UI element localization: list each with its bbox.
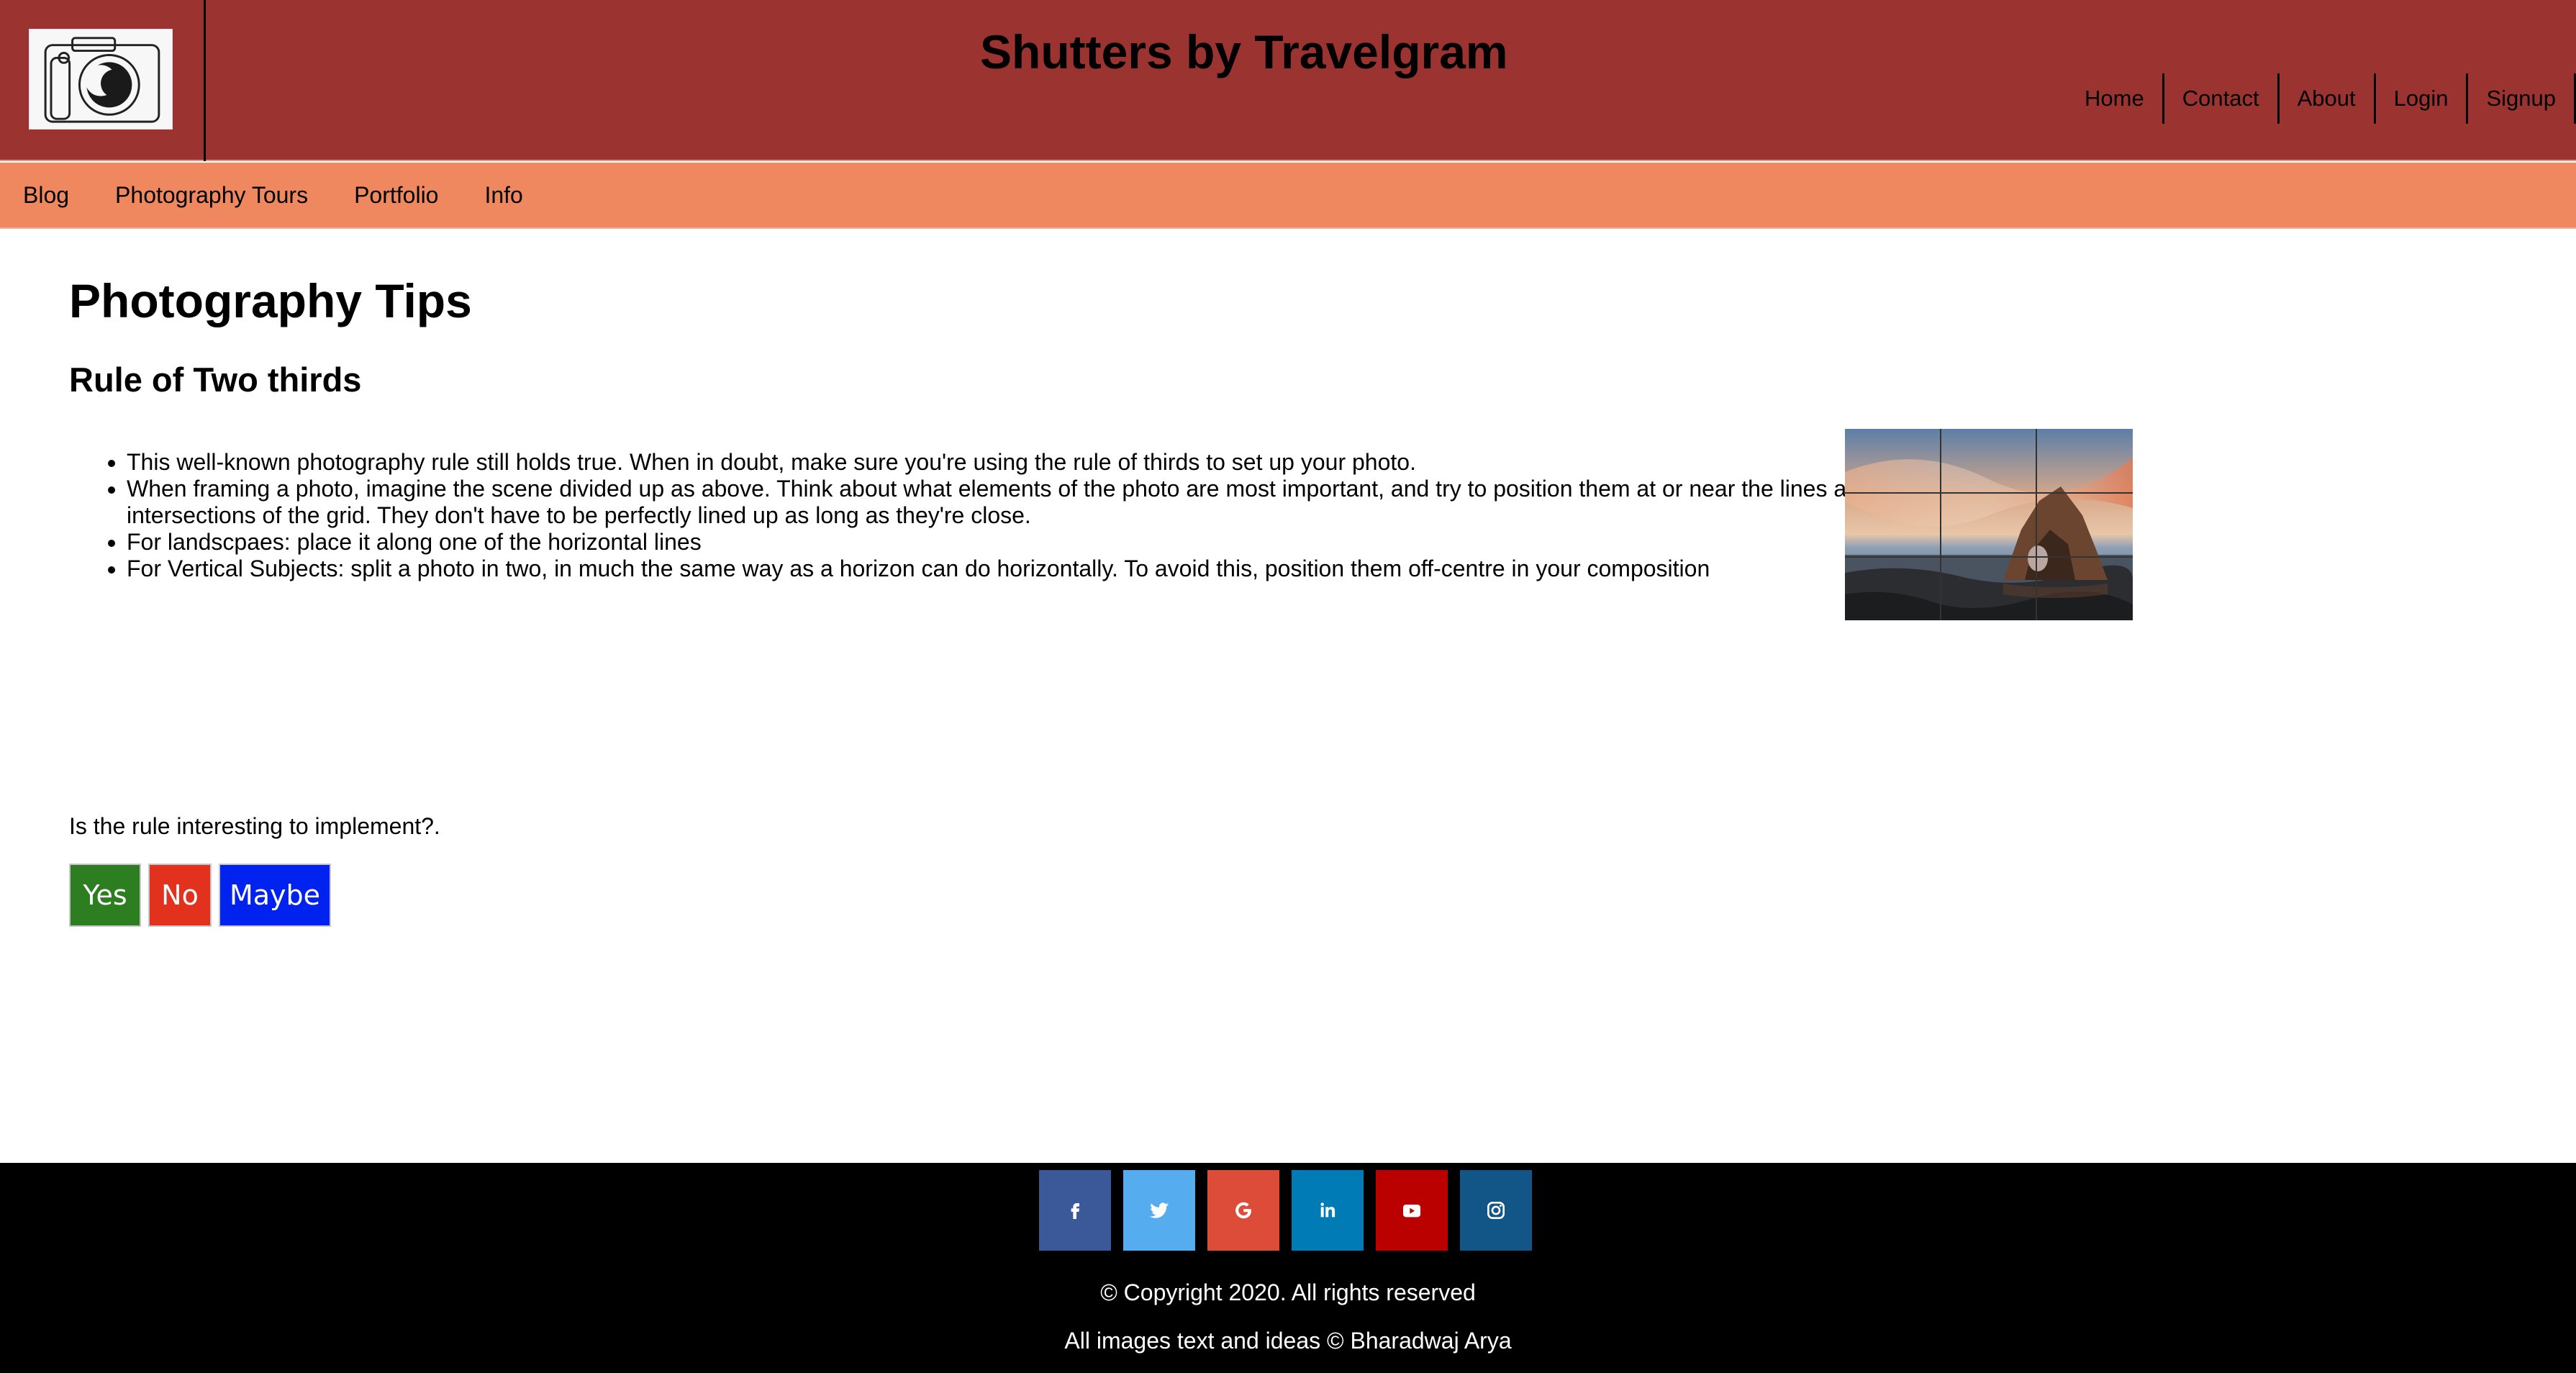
nav-home-link[interactable]: Home	[2085, 73, 2164, 124]
camera-icon[interactable]	[29, 29, 173, 130]
poll-buttons: Yes No Maybe	[69, 864, 338, 927]
google-icon[interactable]	[1207, 1170, 1279, 1251]
tips-list: This well-known photography rule still h…	[127, 449, 1875, 582]
twitter-icon[interactable]	[1123, 1170, 1195, 1251]
social-links	[1039, 1170, 1544, 1251]
yes-button[interactable]: Yes	[69, 864, 141, 927]
subnav-info-link[interactable]: Info	[461, 182, 545, 209]
subnav-photography-tours-link[interactable]: Photography Tours	[92, 182, 331, 209]
tip-item: For landscpaes: place it along one of th…	[127, 529, 1875, 556]
top-nav: Home Contact About Login Signup	[2085, 73, 2576, 124]
copyright-text: © Copyright 2020. All rights reserved	[1100, 1279, 1476, 1305]
tip-item: When framing a photo, imagine the scene …	[127, 476, 1875, 529]
youtube-icon[interactable]	[1376, 1170, 1448, 1251]
poll-question: Is the rule interesting to implement?.	[69, 813, 440, 839]
tip-item: This well-known photography rule still h…	[127, 449, 1875, 476]
credits-text: All images text and ideas © Bharadwaj Ar…	[1064, 1328, 1512, 1354]
maybe-button[interactable]: Maybe	[219, 864, 331, 927]
nav-contact-link[interactable]: Contact	[2164, 73, 2280, 124]
section-title: Rule of Two thirds	[69, 361, 362, 399]
nav-about-link[interactable]: About	[2280, 73, 2376, 124]
subnav-portfolio-link[interactable]: Portfolio	[331, 182, 461, 209]
rule-of-thirds-image	[1845, 429, 2133, 620]
no-button[interactable]: No	[148, 864, 212, 927]
facebook-icon[interactable]	[1039, 1170, 1111, 1251]
tip-item: For Vertical Subjects: split a photo in …	[127, 556, 1875, 582]
site-footer: © Copyright 2020. All rights reserved Al…	[0, 1163, 2576, 1373]
site-title: Shutters by Travelgram	[980, 25, 1508, 78]
nav-login-link[interactable]: Login	[2376, 73, 2469, 124]
nav-signup-link[interactable]: Signup	[2468, 73, 2576, 124]
subnav-blog-link[interactable]: Blog	[0, 182, 92, 209]
instagram-icon[interactable]	[1460, 1170, 1532, 1251]
site-header: Shutters by Travelgram Home Contact Abou…	[0, 0, 2576, 161]
main-content: Photography Tips Rule of Two thirds This…	[69, 273, 2444, 927]
page-title: Photography Tips	[69, 274, 472, 327]
linkedin-icon[interactable]	[1292, 1170, 1364, 1251]
logo-container	[0, 0, 206, 161]
secondary-nav: Blog Photography Tours Portfolio Info	[0, 163, 2576, 229]
